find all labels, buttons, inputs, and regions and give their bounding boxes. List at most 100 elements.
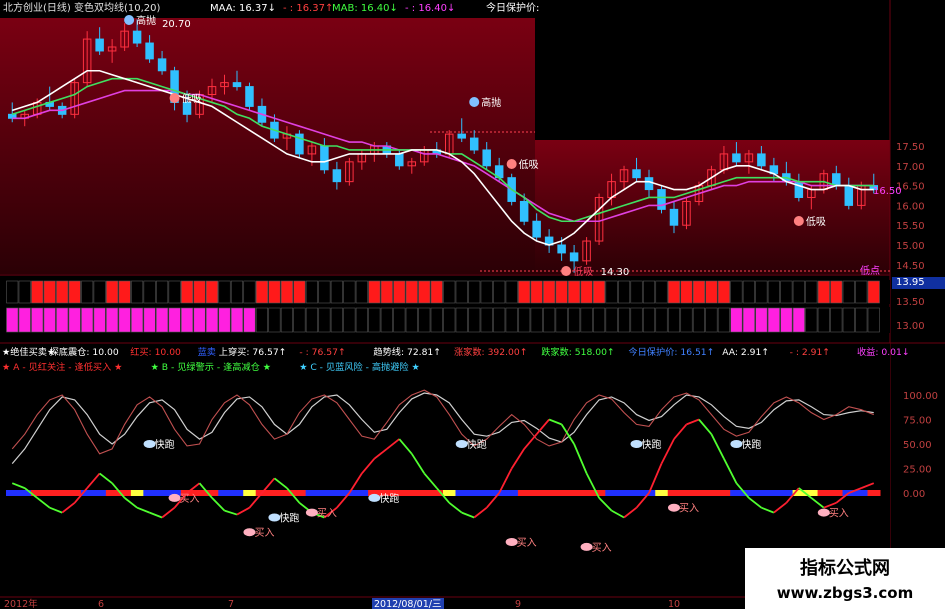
strip-2-cell [81, 307, 94, 333]
strip-2-cell [505, 307, 518, 333]
strip-1-cell [717, 280, 730, 304]
strip-1-cell [393, 280, 406, 304]
signal-segment [243, 490, 257, 496]
signal-segment [555, 490, 569, 496]
signal-segment [330, 490, 344, 496]
legend-item: 上穿买: 76.57↑ [219, 346, 287, 358]
candle-body [732, 153, 741, 163]
signal-segment [692, 490, 706, 496]
time-axis-label: 2012/08/01/三 [374, 599, 441, 609]
signal-segment [605, 490, 619, 496]
strip-1-cell [230, 280, 244, 304]
strip-1-cell [755, 280, 768, 304]
strip-2-cell [817, 307, 830, 333]
osc-axis-label: 100.00 [903, 391, 938, 402]
price-axis-label: 13.00 [896, 321, 925, 332]
mab-value2: - : 16.40↓ [405, 3, 455, 14]
osc-marker-label: 买入 [517, 537, 537, 549]
legend-item: AA: 2.91↑ [722, 347, 769, 358]
osc-marker-label: 快跑 [379, 492, 399, 505]
signal-segment [542, 490, 556, 496]
chart-canvas: 北方创业(日线) 变色双均线(10,20) MAA: 16.37↓ - : 16… [0, 0, 945, 609]
candle-body [519, 200, 529, 222]
strip-1-cell [593, 280, 606, 304]
strip-2-cell [867, 307, 880, 333]
signal-segment [105, 490, 119, 496]
strip-2-cell [143, 307, 156, 333]
legend-item: ★绝佳买卖★ [2, 346, 55, 358]
strip-2-cell [268, 307, 281, 333]
signal-segment [355, 490, 369, 496]
strip-1-cell [205, 280, 219, 304]
legend-item: - : 2.91↑ [790, 347, 830, 358]
strip-1-cell [655, 280, 668, 304]
strip-1-cell [31, 280, 44, 304]
strip-2-cell [131, 307, 144, 333]
candle-body [757, 153, 766, 167]
signal-segment [567, 490, 581, 496]
strip-2-cell [380, 307, 393, 333]
strip-2-cell [805, 307, 818, 333]
strip-2-cell [855, 307, 868, 333]
strip-1-cell [330, 280, 343, 304]
strip-1-cell [480, 280, 493, 304]
high-sell-marker [124, 15, 135, 25]
strip-1-cell [543, 280, 556, 304]
signal-segment [230, 490, 244, 496]
strip-1-cell [742, 280, 755, 304]
legend-item: 跌家数: 518.00↑ [541, 346, 614, 358]
signal-segment [143, 490, 157, 496]
strip-1-cell [855, 280, 868, 304]
low-buy-marker [169, 93, 180, 103]
candle-body [669, 208, 679, 226]
today-protect-label: 今日保护价: [486, 1, 539, 14]
strip-2-cell [255, 307, 269, 333]
price-axis-label: 13.50 [896, 297, 925, 308]
strip-2-cell [405, 307, 418, 333]
strip-1-cell [443, 280, 456, 304]
candle-body [245, 86, 254, 107]
legend-item: 涨家数: 392.00↑ [454, 346, 527, 358]
strip-1-cell [792, 280, 805, 304]
osc-marker-label: 快跑 [155, 438, 175, 451]
osc-axis-label: 50.00 [903, 440, 932, 451]
mab-label: MAB: 16.40↓ [332, 3, 398, 14]
signal-segment [405, 490, 419, 496]
legend-item: 今日保护价: 16.51↑ [628, 346, 714, 358]
strip-2-cell [330, 307, 343, 333]
strip-2-cell [218, 307, 231, 333]
strip-2-cell [568, 307, 581, 333]
osc-marker-label: 快跑 [642, 438, 662, 451]
strip-1-cell [131, 280, 144, 304]
strip-2-cell [792, 307, 805, 333]
strip-1-cell [18, 280, 31, 304]
strip-2-cell [518, 307, 531, 333]
osc-marker-label: 快跑 [741, 438, 761, 451]
candle-body [569, 252, 579, 262]
strip-1-cell [830, 280, 843, 304]
signal-segment [705, 490, 719, 496]
time-axis-label: 10 [668, 599, 680, 609]
strip-1-cell [280, 280, 293, 304]
strip-1-cell [555, 280, 568, 304]
osc-marker-label: 买入 [829, 508, 849, 520]
strip-2-cell [280, 307, 293, 333]
low-buy-4-marker [793, 216, 804, 226]
signal-segment [480, 490, 494, 496]
strip-1-cell [118, 280, 131, 304]
price-axis-label: 15.00 [896, 241, 925, 252]
signal-segment [530, 490, 544, 496]
strip-2-cell [6, 307, 19, 333]
time-axis-label: 7 [228, 599, 234, 609]
strip-1-cell [243, 280, 256, 304]
strip-1-cell [692, 280, 706, 304]
strip-1-cell [518, 280, 531, 304]
strip-2-cell [555, 307, 568, 333]
strip-2-cell [230, 307, 244, 333]
signal-segment [780, 490, 794, 496]
strip-2-cell [842, 307, 855, 333]
legend-item: - : 76.57↑ [299, 347, 345, 358]
time-axis-label: 9 [515, 599, 521, 609]
candle-body [482, 149, 491, 167]
watermark-title: 指标公式网 [800, 557, 890, 579]
